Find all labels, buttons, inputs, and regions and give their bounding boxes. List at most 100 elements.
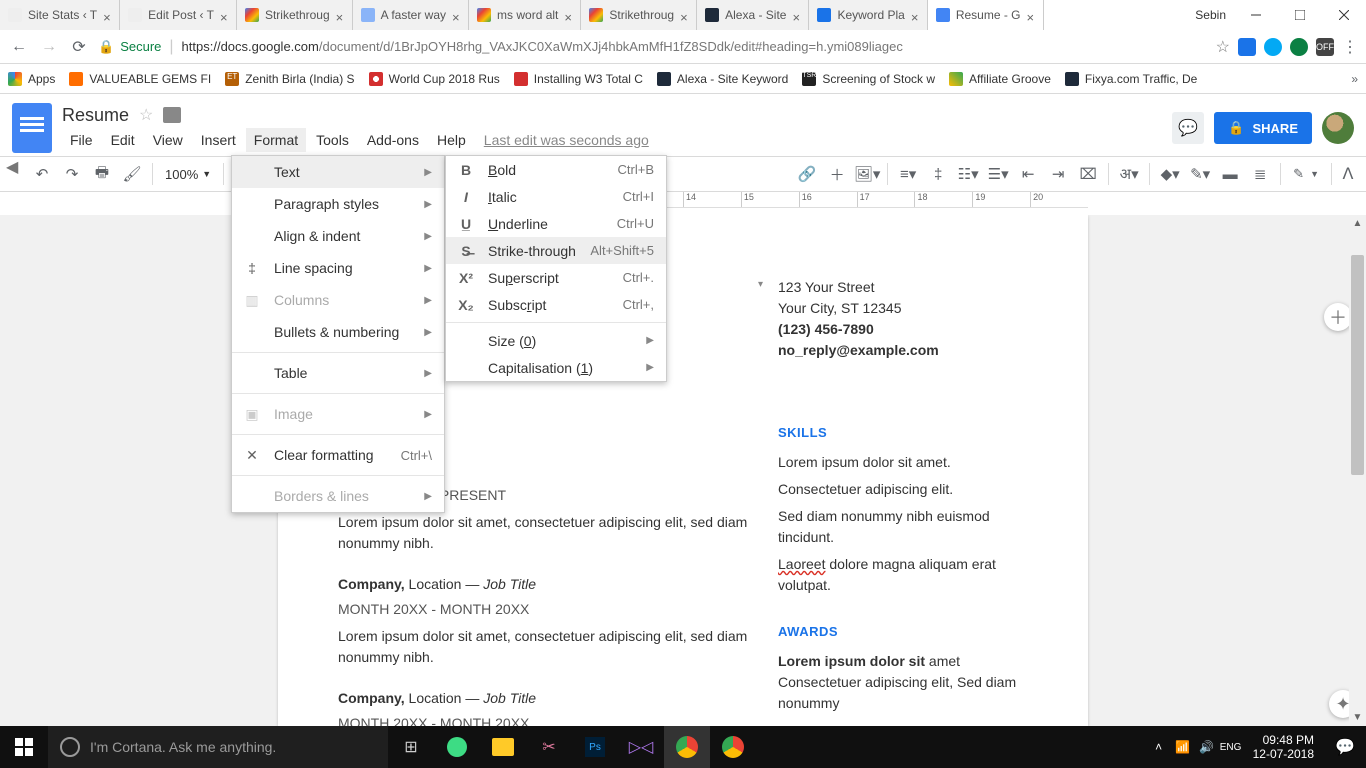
submenu-item[interactable]: Capitalisation (1)▶ <box>446 354 666 381</box>
share-button[interactable]: 🔒SHARE <box>1214 112 1312 144</box>
bookmark-item[interactable]: Installing W3 Total C <box>514 72 643 86</box>
zoom-select[interactable]: 100%▼ <box>159 167 217 182</box>
submenu-item[interactable]: IItalicCtrl+I <box>446 183 666 210</box>
close-icon[interactable] <box>336 11 344 19</box>
undo-button[interactable]: ↶ <box>28 160 56 188</box>
chrome-menu-icon[interactable]: ⋮ <box>1342 37 1358 57</box>
menu-view[interactable]: View <box>145 128 191 152</box>
taskbar-app[interactable]: ✂ <box>526 726 572 768</box>
browser-tab[interactable]: Alexa - Site <box>697 0 809 30</box>
bookmark-overflow[interactable]: » <box>1351 72 1358 86</box>
close-icon[interactable] <box>911 11 919 19</box>
print-button[interactable]: 🖶 <box>88 160 116 188</box>
bookmark-item[interactable]: Affiliate Groove <box>949 72 1051 86</box>
border-button[interactable]: ▬ <box>1216 160 1244 188</box>
tray-clock[interactable]: 09:48 PM12-07-2018 <box>1243 733 1324 762</box>
cortana-search[interactable]: I'm Cortana. Ask me anything. <box>48 726 388 768</box>
vertical-scrollbar[interactable]: ▲ ▼ <box>1349 215 1366 726</box>
star-icon[interactable]: ☆ <box>139 105 153 125</box>
close-window-button[interactable] <box>1322 0 1366 30</box>
secure-indicator[interactable]: 🔒 Secure <box>98 39 161 55</box>
extension-icon[interactable]: OFF <box>1316 38 1334 56</box>
image-button[interactable]: 🖼▾ <box>853 160 881 188</box>
url-field[interactable]: https://docs.google.com/document/d/1BrJp… <box>182 39 1208 54</box>
task-view-button[interactable]: ⊞ <box>388 726 434 768</box>
star-icon[interactable]: ☆ <box>1216 37 1230 57</box>
taskbar-app-chrome[interactable] <box>664 726 710 768</box>
redo-button[interactable]: ↷ <box>58 160 86 188</box>
scroll-up[interactable]: ▲ <box>1349 215 1366 232</box>
tray-volume-icon[interactable]: 🔊 <box>1195 726 1219 768</box>
outline-toggle[interactable]: ◀ <box>6 157 26 177</box>
close-icon[interactable] <box>452 11 460 19</box>
submenu-item[interactable]: S̶Strike-throughAlt+Shift+5 <box>446 237 666 264</box>
bookmark-item[interactable]: Fixya.com Traffic, De <box>1065 72 1197 86</box>
browser-tab[interactable]: ms word alt <box>469 0 581 30</box>
add-comment-bubble[interactable]: ＋ <box>1324 303 1352 331</box>
close-icon[interactable] <box>792 11 800 19</box>
comments-button[interactable]: 💬 <box>1172 112 1204 144</box>
tray-language[interactable]: ENG <box>1219 726 1243 768</box>
input-tools-button[interactable]: अ▾ <box>1115 160 1143 188</box>
folder-icon[interactable] <box>163 107 181 123</box>
action-center-icon[interactable]: 💬 <box>1324 737 1366 757</box>
taskbar-app-chrome[interactable] <box>710 726 756 768</box>
indent-button[interactable]: ⇥ <box>1044 160 1072 188</box>
menu-item-clear-formatting[interactable]: ✕Clear formattingCtrl+\ <box>232 439 444 471</box>
bookmark-item[interactable]: Alexa - Site Keyword <box>657 72 788 86</box>
close-icon[interactable] <box>220 11 228 19</box>
outdent-button[interactable]: ⇤ <box>1014 160 1042 188</box>
menu-item-line-spacing[interactable]: ‡Line spacing▶ <box>232 252 444 284</box>
highlight-button[interactable]: ✎▾ <box>1186 160 1214 188</box>
menu-file[interactable]: File <box>62 128 101 152</box>
taskbar-app[interactable] <box>434 726 480 768</box>
bookmark-item[interactable]: World Cup 2018 Rus <box>369 72 500 86</box>
minimize-button[interactable] <box>1234 0 1278 30</box>
close-icon[interactable] <box>1027 11 1035 19</box>
editing-mode[interactable]: ✎▼ <box>1287 166 1325 182</box>
bookmark-item[interactable]: ETZenith Birla (India) S <box>225 72 354 86</box>
menu-item-bullets-numbering[interactable]: Bullets & numbering▶ <box>232 316 444 348</box>
menu-format[interactable]: Format <box>246 128 306 152</box>
numbered-list-button[interactable]: ☷▾ <box>954 160 982 188</box>
contact-block[interactable]: ▾ 123 Your Street Your City, ST 12345 (1… <box>778 277 1028 361</box>
menu-tools[interactable]: Tools <box>308 128 357 152</box>
align-button[interactable]: ≡▾ <box>894 160 922 188</box>
menu-item-align-indent[interactable]: Align & indent▶ <box>232 220 444 252</box>
back-button[interactable]: ← <box>8 36 30 58</box>
paint-format-button[interactable]: 🖌 <box>118 160 146 188</box>
menu-item-text[interactable]: Text▶ <box>232 156 444 188</box>
account-avatar[interactable] <box>1322 112 1354 144</box>
right-column[interactable]: SKILLS Lorem ipsum dolor sit amet. Conse… <box>778 460 1028 726</box>
close-icon[interactable] <box>680 11 688 19</box>
border-style-button[interactable]: ≣ <box>1246 160 1274 188</box>
close-icon[interactable] <box>103 11 111 19</box>
scroll-thumb[interactable] <box>1351 255 1364 475</box>
scroll-down[interactable]: ▼ <box>1349 709 1366 726</box>
last-edit[interactable]: Last edit was seconds ago <box>476 128 657 152</box>
docs-logo[interactable] <box>12 103 52 153</box>
bookmark-item[interactable]: VALUEABLE GEMS FI <box>69 72 211 86</box>
menu-edit[interactable]: Edit <box>103 128 143 152</box>
menu-help[interactable]: Help <box>429 128 474 152</box>
submenu-item[interactable]: X²SuperscriptCtrl+. <box>446 264 666 291</box>
extension-icon[interactable] <box>1290 38 1308 56</box>
taskbar-app[interactable]: Ps <box>572 726 618 768</box>
bookmark-item[interactable]: TSRScreening of Stock w <box>802 72 935 86</box>
start-button[interactable] <box>0 726 48 768</box>
maximize-button[interactable] <box>1278 0 1322 30</box>
submenu-item[interactable]: X₂SubscriptCtrl+, <box>446 291 666 318</box>
browser-tab[interactable]: Edit Post ‹ T <box>120 0 237 30</box>
submenu-item[interactable]: BBoldCtrl+B <box>446 156 666 183</box>
taskbar-app[interactable]: ▷◁ <box>618 726 664 768</box>
clear-format-button[interactable]: ⌧ <box>1074 160 1102 188</box>
submenu-item[interactable]: Size (0)▶ <box>446 327 666 354</box>
menu-addons[interactable]: Add-ons <box>359 128 427 152</box>
menu-insert[interactable]: Insert <box>193 128 244 152</box>
taskbar-app[interactable] <box>480 726 526 768</box>
apps-button[interactable]: Apps <box>8 72 55 86</box>
browser-tab-active[interactable]: Resume - G <box>928 0 1044 30</box>
browser-tab[interactable]: Strikethroug <box>237 0 353 30</box>
menu-item-table[interactable]: Table▶ <box>232 357 444 389</box>
tray-network-icon[interactable]: 📶 <box>1171 726 1195 768</box>
